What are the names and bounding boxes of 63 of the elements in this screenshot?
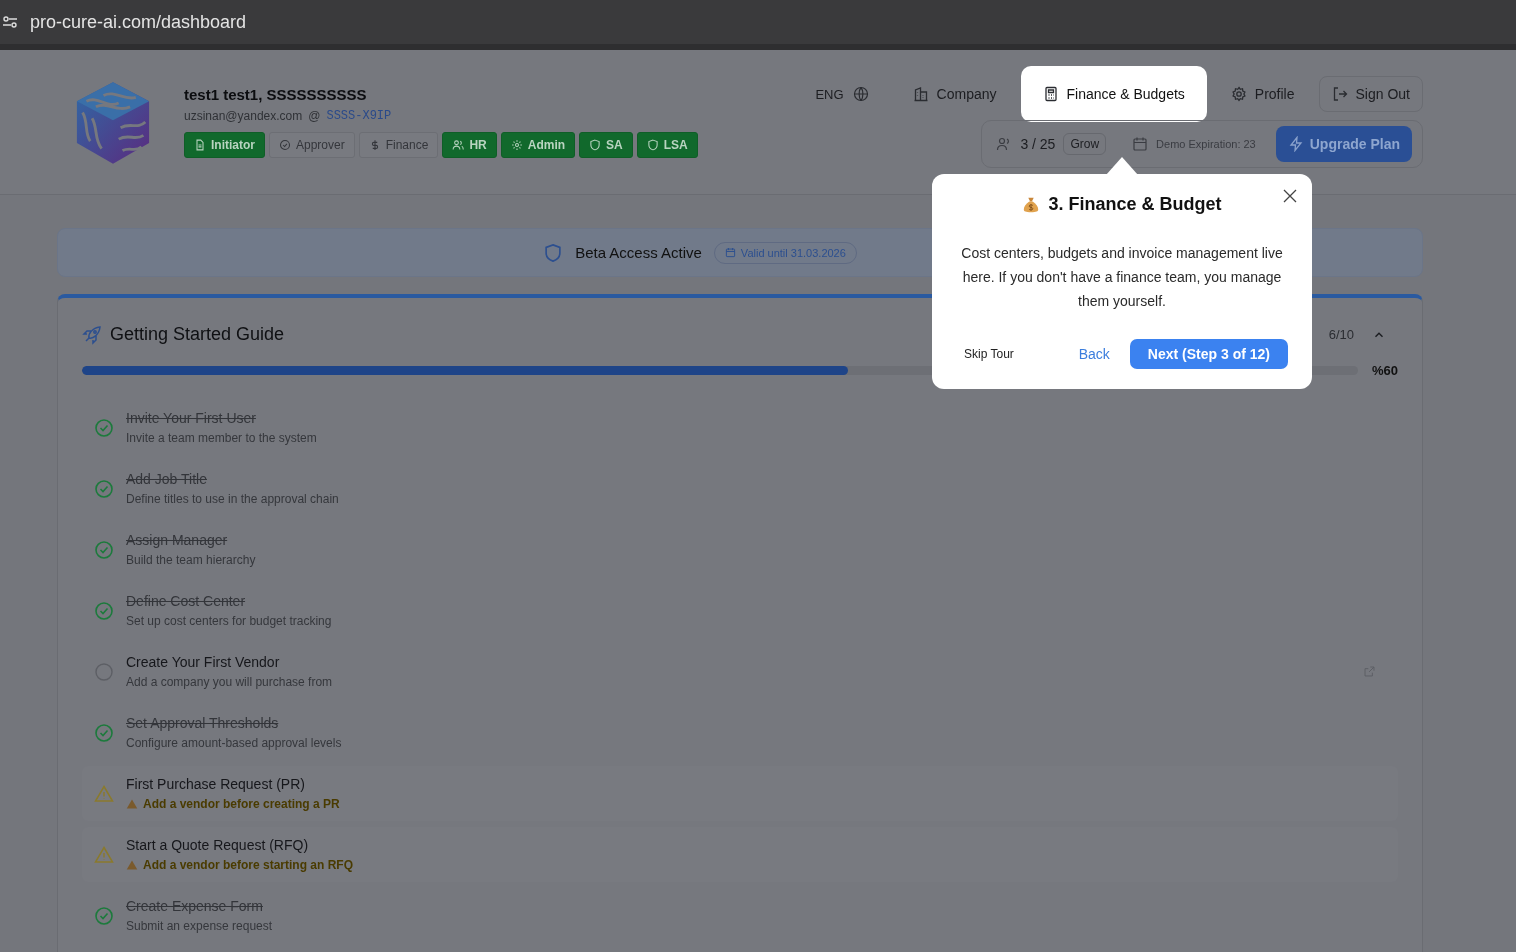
guide-title: Getting Started Guide bbox=[110, 324, 285, 345]
step-description: Add a vendor before creating a PR bbox=[143, 797, 340, 811]
step-description: Set up cost centers for budget tracking bbox=[126, 614, 332, 628]
step-title: Define Cost Center bbox=[126, 593, 247, 609]
progress-percent: %60 bbox=[1371, 363, 1398, 378]
role-badge: LSA bbox=[636, 132, 698, 158]
step-title: Add Job Title bbox=[126, 471, 208, 487]
step-title: Start a Quote Request (RFQ) bbox=[126, 837, 310, 853]
step-title: First Purchase Request (PR) bbox=[126, 776, 306, 792]
building-icon[interactable] bbox=[912, 86, 929, 102]
sign-out-icon[interactable] bbox=[1331, 86, 1348, 102]
step-description: Add a company you will purchase from bbox=[126, 675, 333, 689]
user-name: test1 test1, SSSSSSSSSS bbox=[184, 86, 368, 103]
warning-icon bbox=[126, 798, 138, 810]
step-description: Submit an expense request bbox=[126, 919, 273, 933]
step-description: Configure amount-based approval levels bbox=[126, 736, 342, 750]
step-title: Invite Your First User bbox=[126, 410, 257, 426]
skip-tour-button[interactable]: Skip Tour bbox=[956, 347, 1014, 361]
calculator-icon[interactable] bbox=[1042, 86, 1059, 102]
step-description: Invite a team member to the system bbox=[126, 431, 317, 445]
role-badge: Approver bbox=[269, 132, 355, 158]
banner-title: Beta Access Active bbox=[575, 244, 702, 261]
url-text[interactable]: pro-cure-ai.com/dashboard bbox=[30, 11, 247, 33]
demo-expiration: Demo Expiration: 23 bbox=[1156, 138, 1256, 150]
nav-tab[interactable]: Profile bbox=[1220, 66, 1305, 122]
step-title: Assign Manager bbox=[126, 532, 229, 548]
role-badge: Initiator bbox=[184, 132, 265, 158]
gear-icon[interactable] bbox=[1230, 86, 1247, 102]
money-bag-icon bbox=[1022, 195, 1041, 214]
nav-tab[interactable]: Finance & Budgets bbox=[1020, 66, 1207, 122]
logo-icon bbox=[75, 80, 151, 166]
next-step-button[interactable]: Next (Step 3 of 12) bbox=[1129, 339, 1288, 369]
shield-icon bbox=[543, 242, 564, 263]
rocket-icon bbox=[82, 324, 102, 345]
company-code: SSSS-X9IP bbox=[326, 109, 392, 123]
upgrade-plan-button[interactable]: Upgrade Plan bbox=[1275, 126, 1412, 162]
role-badge: Admin bbox=[500, 132, 576, 158]
site-settings-icon[interactable] bbox=[2, 14, 18, 30]
lightning-icon[interactable] bbox=[1287, 136, 1304, 152]
user-count: 3 / 25 bbox=[1020, 136, 1056, 152]
plan-tier: Grow bbox=[1063, 133, 1107, 155]
language-selector[interactable]: ENG bbox=[815, 86, 869, 102]
tour-title: 3. Finance & Budget bbox=[1048, 194, 1222, 215]
step-count: 6/10 bbox=[1328, 327, 1354, 342]
close-icon[interactable] bbox=[1282, 188, 1298, 204]
sign-out-button[interactable]: Sign Out bbox=[1318, 76, 1423, 112]
tour-description: Cost centers, budgets and invoice management live here. If you don't have a finance team, you manage them yourself. bbox=[960, 244, 1284, 311]
step-title: Set Approval Thresholds bbox=[126, 715, 280, 731]
role-badge: HR bbox=[442, 132, 497, 158]
step-title: Create Expense Form bbox=[126, 898, 264, 914]
role-badge: SA bbox=[579, 132, 633, 158]
globe-icon[interactable] bbox=[852, 86, 869, 102]
user-email: uzsinan@yandex.com bbox=[184, 109, 303, 123]
back-button[interactable]: Back bbox=[1072, 345, 1116, 363]
step-description: Build the team hierarchy bbox=[126, 553, 256, 567]
step-description: Define titles to use in the approval chain bbox=[126, 492, 339, 506]
warning-icon bbox=[126, 859, 138, 871]
role-badge: Finance bbox=[358, 132, 439, 158]
step-description: Add a vendor before starting an RFQ bbox=[143, 858, 354, 872]
calendar-icon bbox=[1132, 136, 1149, 152]
step-title: Create Your First Vendor bbox=[126, 654, 281, 670]
nav-tab[interactable]: Company bbox=[902, 66, 1007, 122]
at-sign: @ bbox=[308, 109, 321, 123]
